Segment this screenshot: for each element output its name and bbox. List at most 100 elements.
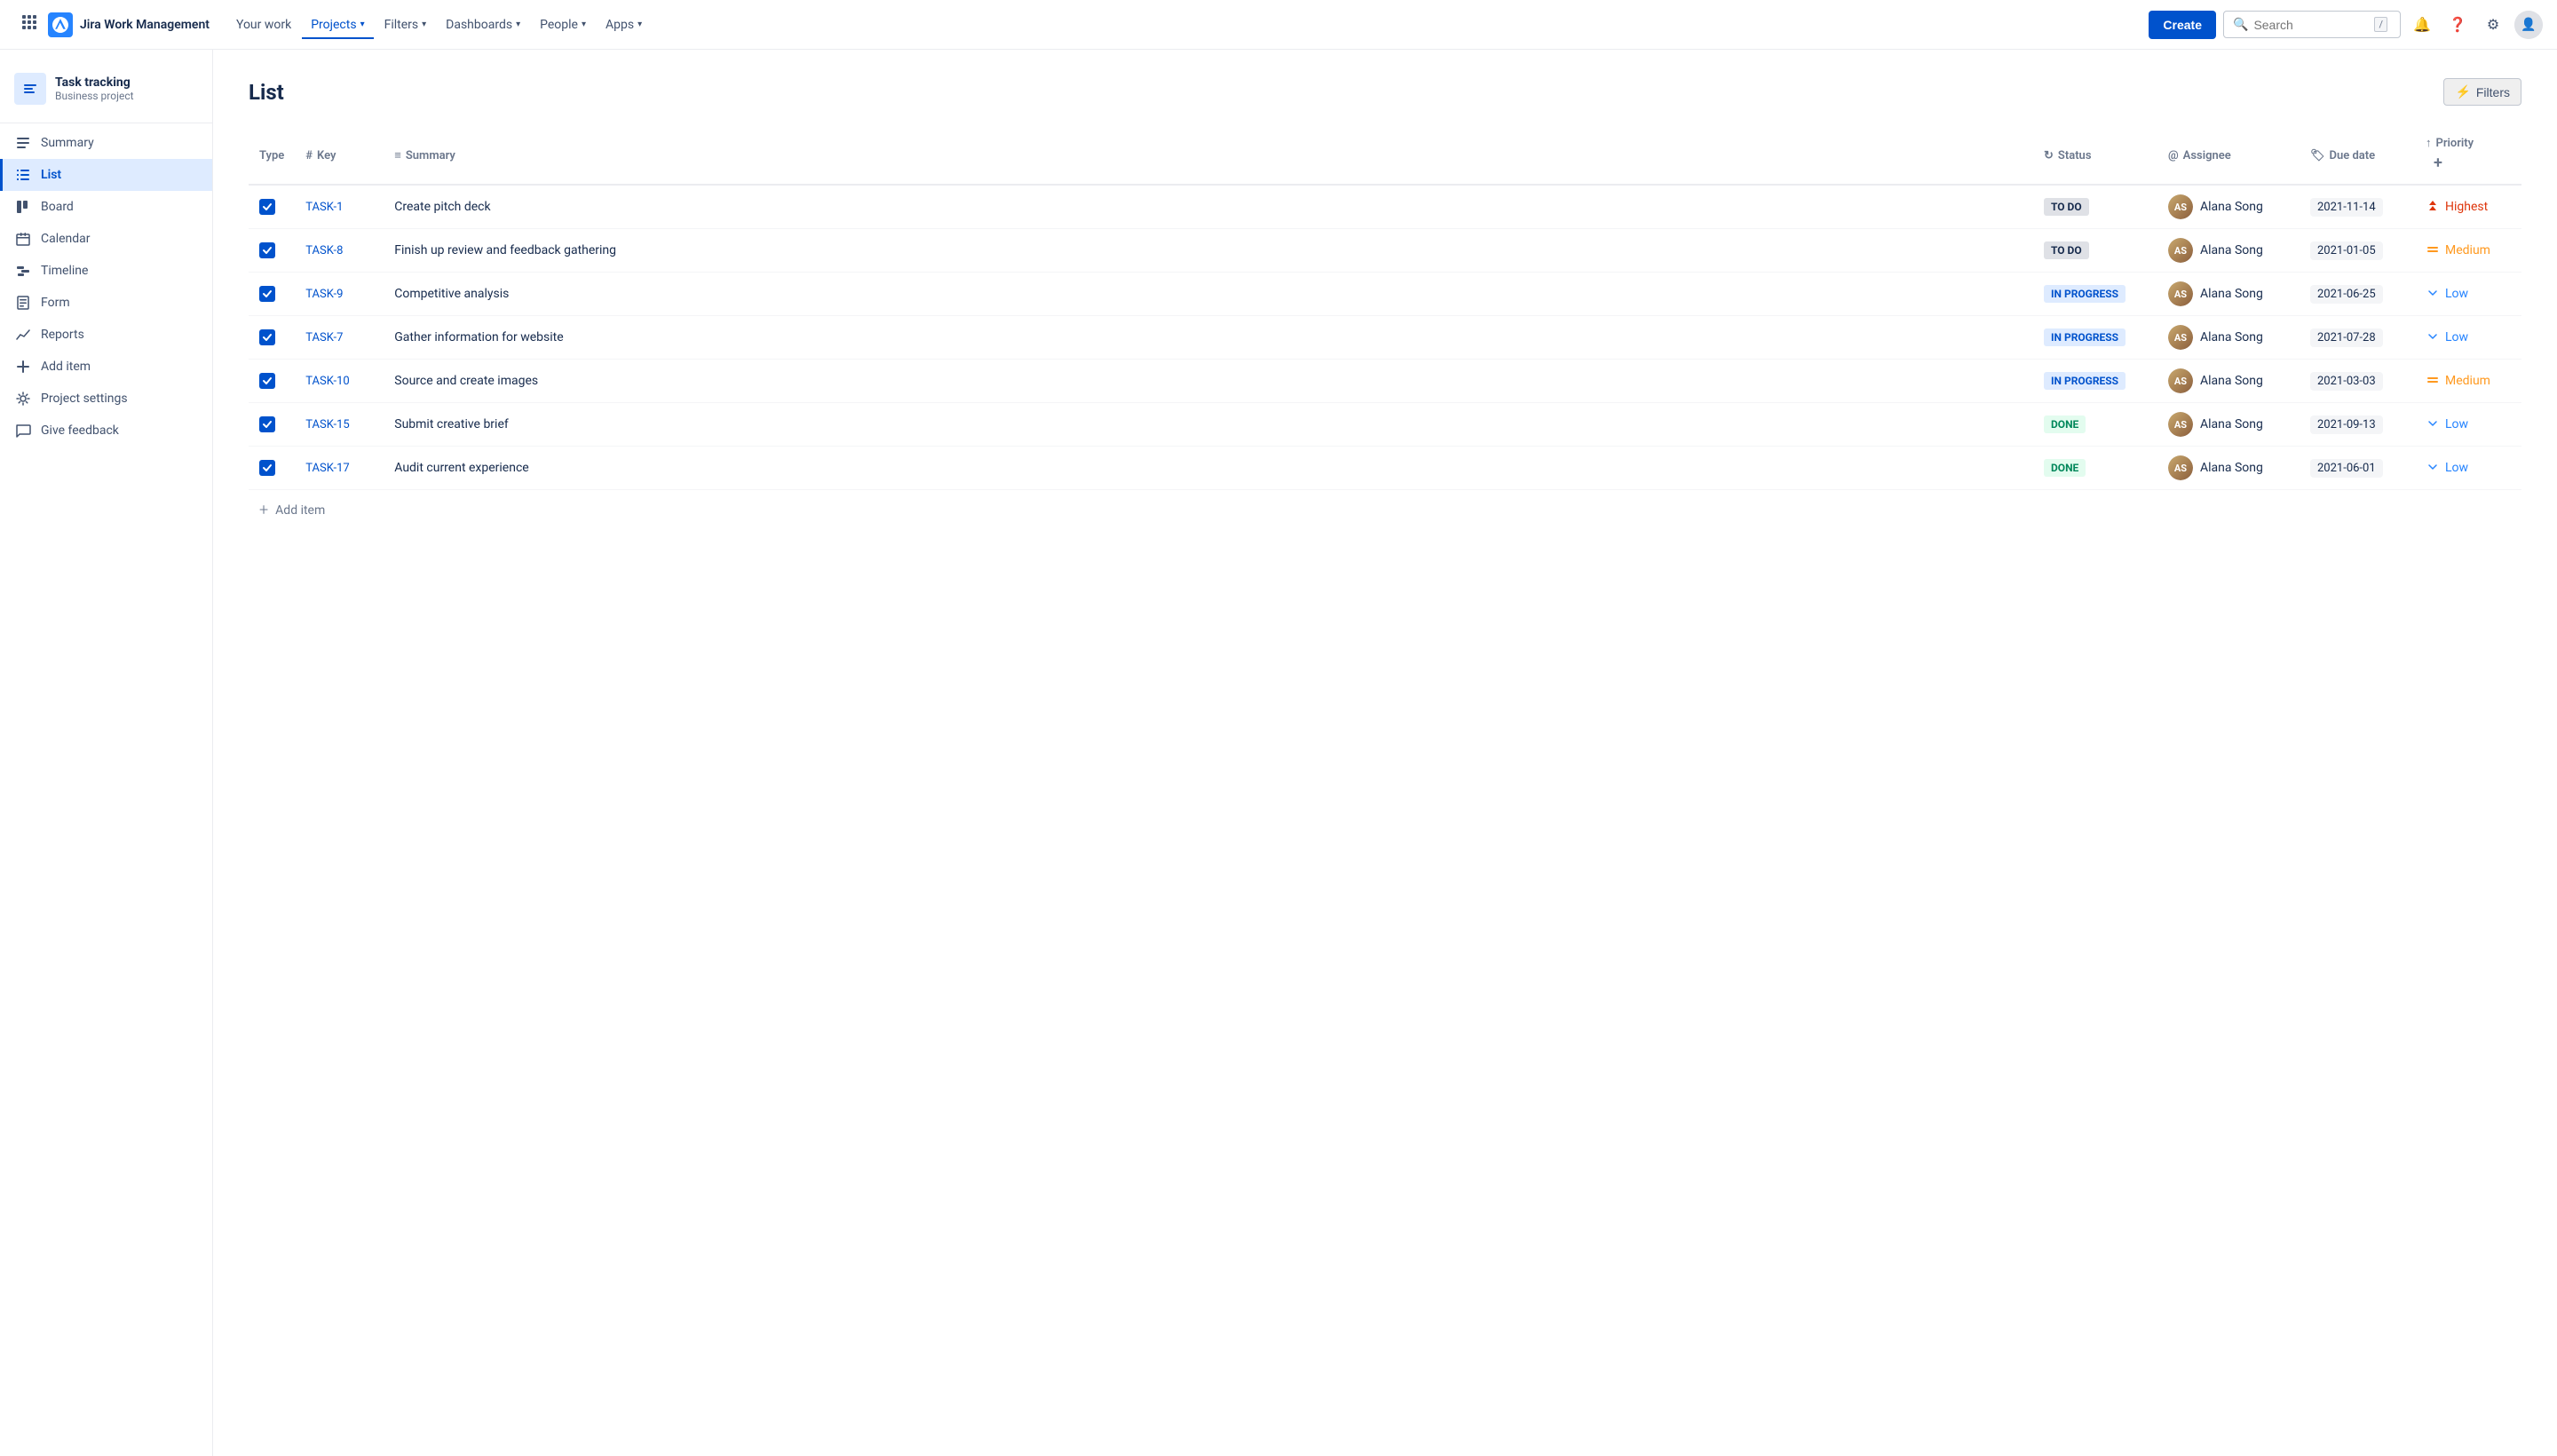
project-name: Task tracking [55, 75, 134, 90]
calendar-icon [14, 230, 32, 248]
nav-your-work-label: Your work [236, 18, 291, 32]
add-column-button[interactable]: + [2426, 150, 2450, 175]
create-button[interactable]: Create [2149, 11, 2216, 39]
settings-button[interactable]: ⚙ [2479, 11, 2507, 39]
nav-people[interactable]: People ▾ [531, 11, 595, 39]
filters-button[interactable]: ⚡ Filters [2443, 78, 2521, 106]
nav-projects[interactable]: Projects ▾ [302, 11, 373, 39]
task-key[interactable]: TASK-10 [305, 375, 349, 388]
task-assignee-cell: AS Alana Song [2157, 447, 2300, 490]
filter-icon: ⚡ [2455, 84, 2470, 99]
task-status-cell: IN PROGRESS [2033, 273, 2157, 316]
nav-your-work[interactable]: Your work [227, 11, 300, 39]
nav-filters[interactable]: Filters ▾ [376, 11, 436, 39]
sidebar-item-add-item[interactable]: Add item [0, 351, 212, 383]
sidebar-item-calendar[interactable]: Calendar [0, 223, 212, 255]
due-date: 2021-11-14 [2310, 198, 2383, 217]
task-summary: Submit creative brief [394, 417, 508, 431]
priority-cell: Low [2426, 285, 2511, 303]
task-checkbox[interactable] [259, 416, 275, 432]
nav-dashboards[interactable]: Dashboards ▾ [437, 11, 529, 39]
help-button[interactable]: ❓ [2443, 11, 2472, 39]
table-row[interactable]: TASK-7 Gather information for website IN… [249, 316, 2521, 360]
search-icon: 🔍 [2233, 18, 2248, 32]
hash-icon: # [305, 149, 313, 162]
task-key[interactable]: TASK-17 [305, 462, 349, 475]
status-badge[interactable]: IN PROGRESS [2044, 328, 2126, 346]
search-input[interactable] [2253, 18, 2369, 32]
sidebar-item-reports[interactable]: Reports [0, 319, 212, 351]
nav-people-label: People [540, 18, 578, 32]
task-checkbox[interactable] [259, 329, 275, 345]
logo-icon [48, 12, 73, 37]
sidebar-item-summary[interactable]: Summary [0, 127, 212, 159]
avatar-image: AS [2168, 455, 2193, 480]
assignee-cell: AS Alana Song [2168, 194, 2289, 219]
task-checkbox[interactable] [259, 373, 275, 389]
status-badge[interactable]: IN PROGRESS [2044, 372, 2126, 390]
task-checkbox[interactable] [259, 460, 275, 476]
task-list: TASK-1 Create pitch deck TO DO AS Alana … [249, 185, 2521, 490]
task-checkbox[interactable] [259, 242, 275, 258]
status-badge[interactable]: TO DO [2044, 198, 2089, 216]
priority-label: Low [2445, 417, 2468, 431]
task-key-cell: TASK-15 [295, 403, 384, 447]
status-badge[interactable]: TO DO [2044, 241, 2089, 259]
add-item-row[interactable]: + Add item [249, 490, 2521, 530]
task-status-cell: TO DO [2033, 229, 2157, 273]
chevron-down-icon: ▾ [516, 20, 520, 29]
task-key[interactable]: TASK-8 [305, 244, 343, 257]
assignee-cell: AS Alana Song [2168, 281, 2289, 306]
sidebar-item-project-settings[interactable]: Project settings [0, 383, 212, 415]
priority-icon [2426, 285, 2440, 303]
status-badge[interactable]: DONE [2044, 415, 2086, 433]
priority-icon: ↑ [2426, 136, 2432, 150]
table-row[interactable]: TASK-17 Audit current experience DONE AS… [249, 447, 2521, 490]
table-row[interactable]: TASK-15 Submit creative brief DONE AS Al… [249, 403, 2521, 447]
assignee-name: Alana Song [2200, 417, 2263, 431]
lines-icon: ≡ [394, 148, 401, 162]
search-box[interactable]: 🔍 / [2223, 11, 2401, 38]
list-icon [14, 166, 32, 184]
task-assignee-cell: AS Alana Song [2157, 360, 2300, 403]
due-date: 2021-09-13 [2310, 415, 2383, 434]
status-badge[interactable]: IN PROGRESS [2044, 285, 2126, 303]
task-key[interactable]: TASK-9 [305, 288, 343, 301]
sidebar-item-list[interactable]: List [0, 159, 212, 191]
sidebar-item-timeline[interactable]: Timeline [0, 255, 212, 287]
sidebar-item-form[interactable]: Form [0, 287, 212, 319]
task-key[interactable]: TASK-15 [305, 418, 349, 431]
grid-icon[interactable] [14, 7, 44, 42]
user-avatar[interactable]: 👤 [2514, 11, 2543, 39]
notifications-button[interactable]: 🔔 [2408, 11, 2436, 39]
status-badge[interactable]: DONE [2044, 459, 2086, 477]
nav-apps[interactable]: Apps ▾ [597, 11, 651, 39]
task-priority-cell: Medium [2415, 360, 2521, 403]
task-key[interactable]: TASK-1 [305, 201, 343, 214]
sidebar-item-give-feedback[interactable]: Give feedback [0, 415, 212, 447]
sidebar-item-label: Add item [41, 360, 91, 374]
task-key[interactable]: TASK-7 [305, 331, 343, 344]
chevron-down-icon: ▾ [637, 20, 642, 29]
sidebar-item-label: Board [41, 200, 74, 214]
priority-label: Low [2445, 330, 2468, 344]
app-name: Jira Work Management [80, 18, 210, 32]
assignee-cell: AS Alana Song [2168, 368, 2289, 393]
app-logo[interactable]: Jira Work Management [48, 12, 210, 37]
col-type: Type [249, 127, 295, 185]
task-assignee-cell: AS Alana Song [2157, 229, 2300, 273]
table-row[interactable]: TASK-10 Source and create images IN PROG… [249, 360, 2521, 403]
table-row[interactable]: TASK-1 Create pitch deck TO DO AS Alana … [249, 185, 2521, 229]
sidebar-item-board[interactable]: Board [0, 191, 212, 223]
due-date: 2021-06-01 [2310, 459, 2383, 478]
task-assignee-cell: AS Alana Song [2157, 403, 2300, 447]
task-checkbox[interactable] [259, 199, 275, 215]
table-row[interactable]: TASK-8 Finish up review and feedback gat… [249, 229, 2521, 273]
task-checkbox[interactable] [259, 286, 275, 302]
timeline-icon [14, 262, 32, 280]
priority-icon [2426, 459, 2440, 477]
task-summary-cell: Submit creative brief [384, 403, 2033, 447]
table-row[interactable]: TASK-9 Competitive analysis IN PROGRESS … [249, 273, 2521, 316]
nav-filters-label: Filters [384, 18, 419, 32]
task-duedate-cell: 2021-09-13 [2300, 403, 2415, 447]
